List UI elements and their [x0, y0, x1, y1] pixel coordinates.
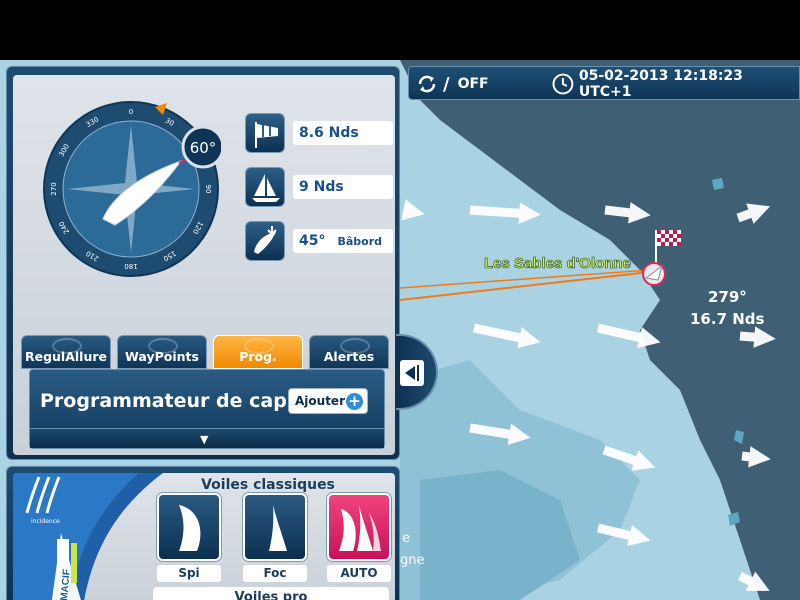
jib-icon [269, 505, 287, 551]
compass-tick-label: 90 [204, 185, 212, 194]
sails-panel: incidence MACIF Voiles classiques Spi Fo… [6, 466, 400, 600]
pro-sails-header[interactable]: Voiles pro [153, 587, 389, 600]
navigation-panel: 0306090120150180210240270300330 60° [6, 66, 400, 460]
tab-regulallure[interactable]: RegulAllure [21, 335, 111, 369]
compass-tick-label: 180 [124, 262, 137, 270]
tab-waypoints[interactable]: WayPoints [117, 335, 207, 369]
sync-icon [418, 75, 436, 93]
sponsor-graphic: incidence MACIF [13, 473, 163, 600]
expand-bar[interactable]: ▼ [30, 428, 384, 448]
chevron-down-icon: ▼ [200, 433, 209, 446]
sponsor-subtitle: incidence [31, 518, 60, 525]
current-speed-label: 16.7 Nds [690, 310, 765, 328]
wind-angle-icon [245, 221, 285, 261]
sail-auto-button[interactable] [327, 493, 391, 561]
clock-icon [552, 73, 574, 95]
boat-marker-icon[interactable] [642, 262, 666, 286]
sailboat-icon [245, 167, 285, 207]
navigation-panel-body: 0306090120150180210240270300330 60° [13, 75, 395, 455]
sail-auto-label: AUTO [327, 565, 391, 582]
current-direction-label: 279° [708, 288, 747, 306]
spinnaker-icon [179, 505, 201, 551]
add-button[interactable]: Ajouter + [288, 388, 368, 414]
auto-sails-icon [339, 505, 381, 551]
tab-alertes[interactable]: Alertes [309, 335, 389, 369]
sail-foc-button[interactable] [243, 493, 307, 561]
sync-state: OFF [457, 76, 489, 92]
compass-dial[interactable]: 0306090120150180210240270300330 60° [41, 99, 221, 279]
wind-angle-row: 45° Bâbord [245, 221, 397, 261]
tab-prog[interactable]: Prog. [213, 335, 303, 369]
wind-speed-value: 8.6 Nds [299, 125, 359, 141]
programmer-title: Programmateur de cap [40, 390, 287, 412]
sync-toggle[interactable]: / OFF [415, 67, 489, 101]
wind-speed-field: 8.6 Nds [293, 121, 393, 145]
datetime-label: 05-02-2013 12:18:23 UTC+1 [578, 68, 743, 100]
wind-side-value: Bâbord [337, 234, 383, 248]
island-1 [712, 178, 724, 190]
heading-badge[interactable]: 60° [181, 125, 221, 169]
map-partial-label-1: e [402, 531, 410, 546]
map-partial-label-2: gne [400, 553, 425, 568]
compass-tick-label: 0 [129, 108, 133, 116]
wind-angle-value: 45° [299, 233, 326, 249]
wind-speed-row: 8.6 Nds [245, 113, 397, 153]
clock-display: 05-02-2013 12:18:23 UTC+1 [551, 67, 799, 101]
boat-speed-field: 9 Nds [293, 175, 393, 199]
status-bar: / OFF 05-02-2013 12:18:23 UTC+1 [408, 66, 800, 100]
sail-spi-label: Spi [157, 565, 221, 582]
sails-panel-body: incidence MACIF Voiles classiques Spi Fo… [13, 473, 395, 600]
port-label: Les Sables d'Olonne [484, 255, 631, 272]
heading-value: 60° [190, 139, 217, 157]
collapse-left-icon [400, 360, 424, 386]
sail-foc-label: Foc [243, 565, 307, 582]
add-button-label: Ajouter [295, 394, 345, 408]
course-programmer: Programmateur de cap Ajouter + ▼ [29, 369, 385, 449]
sail-spi-button[interactable] [157, 493, 221, 561]
compass-tick-label: 270 [50, 182, 58, 195]
boat-speed-row: 9 Nds [245, 167, 397, 207]
game-screen: Les Sables d'Olonne 279° 16.7 Nds e gne … [0, 0, 800, 600]
wind-angle-field: 45° Bâbord [293, 229, 393, 253]
plus-icon: + [346, 393, 363, 410]
separator-slash: / [443, 73, 450, 95]
boat-speed-value: 9 Nds [299, 179, 344, 195]
sails-title: Voiles classiques [201, 477, 335, 493]
windsock-icon [245, 113, 285, 153]
